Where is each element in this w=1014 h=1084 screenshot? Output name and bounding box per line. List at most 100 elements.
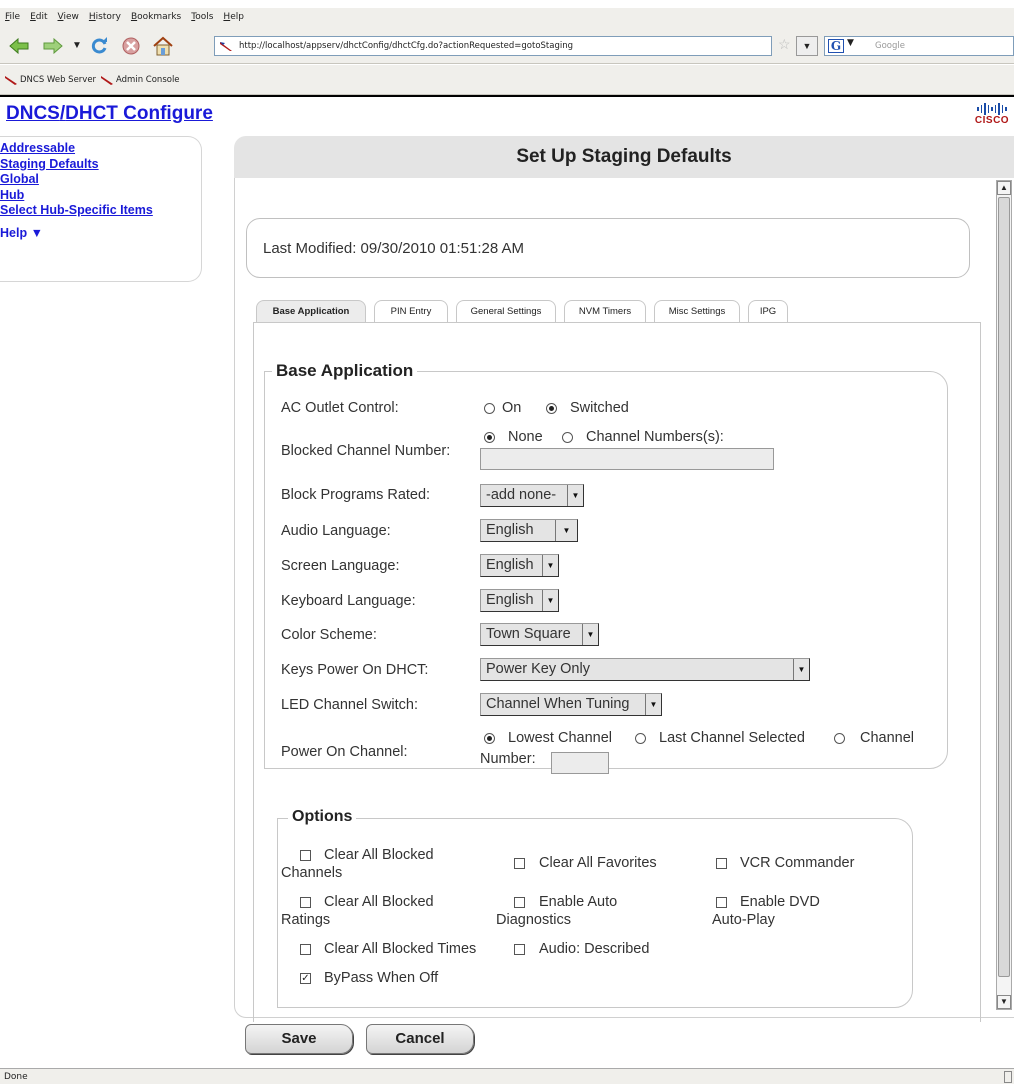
toolbar-divider: [0, 95, 1014, 97]
bookmark-dncs-web-server[interactable]: DNCS Web Server: [5, 75, 96, 85]
history-dropdown-icon[interactable]: ▼: [66, 35, 88, 57]
screen-language-label: Screen Language:: [281, 558, 400, 574]
tab-base-application[interactable]: Base Application: [256, 300, 366, 322]
power-on-last-radio[interactable]: [635, 733, 646, 744]
audio-language-label: Audio Language:: [281, 523, 391, 539]
browser-statusbar: Done: [0, 1068, 1014, 1084]
menu-help[interactable]: Help: [218, 8, 249, 22]
forward-icon[interactable]: [42, 35, 64, 57]
browser-navbar: ▼ http://localhost/appserv/dhctConfig/dh…: [0, 28, 1014, 64]
tab-general-settings[interactable]: General Settings: [456, 300, 556, 322]
screen-language-select[interactable]: English ▼: [480, 554, 559, 577]
audio-language-select[interactable]: English ▼: [480, 519, 578, 542]
audio-described-checkbox[interactable]: [514, 944, 525, 955]
keyboard-language-label: Keyboard Language:: [281, 593, 416, 609]
back-icon[interactable]: [8, 35, 30, 57]
app-title: DNCS/DHCT Configure: [6, 103, 213, 125]
search-engine-dropdown-icon[interactable]: ▼: [847, 38, 854, 48]
options-legend: Options: [288, 808, 357, 826]
bypass-when-off-label: ByPass When Off: [324, 970, 439, 986]
blocked-channel-input[interactable]: [480, 448, 774, 470]
last-modified-text: Last Modified: 09/30/2010 01:51:28 AM: [263, 240, 525, 257]
sidebar-item-hub[interactable]: Hub: [0, 188, 201, 204]
block-programs-select[interactable]: -add none- ▼: [480, 484, 584, 507]
base-application-legend: Base Application: [272, 361, 418, 381]
power-on-channel-radio[interactable]: [834, 733, 845, 744]
url-dropdown-icon[interactable]: ▼: [796, 36, 818, 56]
clear-blocked-channels-checkbox[interactable]: [300, 850, 311, 861]
title-link-dncs[interactable]: DNCS: [6, 103, 60, 124]
cancel-button[interactable]: Cancel: [366, 1024, 474, 1054]
sidebar-item-global[interactable]: Global: [0, 172, 201, 188]
blocked-channel-numbers-radio[interactable]: [562, 432, 573, 443]
bookmark-star-icon[interactable]: ☆: [778, 36, 791, 53]
ac-outlet-switched-radio[interactable]: [546, 403, 557, 414]
menu-file[interactable]: File: [0, 8, 25, 22]
power-on-lowest-radio[interactable]: [484, 733, 495, 744]
enable-dvd-autoplay-label-2: Auto-Play: [712, 912, 775, 928]
chevron-down-icon: ▼: [793, 659, 809, 680]
bypass-when-off-checkbox[interactable]: ✓: [300, 973, 311, 984]
power-on-channel-number-input[interactable]: [551, 752, 609, 774]
bookmark-admin-console[interactable]: Admin Console: [101, 75, 180, 85]
clear-favorites-checkbox[interactable]: [514, 858, 525, 869]
scroll-thumb[interactable]: [998, 197, 1010, 977]
ac-outlet-switched-label: Switched: [570, 400, 629, 416]
url-field[interactable]: http://localhost/appserv/dhctConfig/dhct…: [214, 36, 772, 56]
clear-blocked-ratings-label-1: Clear All Blocked: [324, 894, 434, 910]
sidebar-item-hub-specific[interactable]: Select Hub-Specific Items: [0, 203, 201, 219]
enable-auto-diagnostics-label-1: Enable Auto: [539, 894, 618, 910]
reload-icon[interactable]: [88, 35, 110, 57]
scroll-up-icon[interactable]: ▲: [997, 181, 1011, 195]
feather-icon: [101, 75, 113, 85]
clear-blocked-times-checkbox[interactable]: [300, 944, 311, 955]
home-icon[interactable]: [152, 35, 174, 57]
ac-outlet-label: AC Outlet Control:: [281, 400, 399, 416]
chevron-down-icon: ▼: [542, 590, 558, 611]
menu-history[interactable]: History: [84, 8, 126, 22]
stop-icon[interactable]: [120, 35, 142, 57]
menu-tools[interactable]: Tools: [186, 8, 218, 22]
vcr-commander-label: VCR Commander: [740, 855, 855, 871]
menu-edit[interactable]: Edit: [25, 8, 52, 22]
tab-misc-settings[interactable]: Misc Settings: [654, 300, 740, 322]
blocked-channel-label: Blocked Channel Number:: [281, 443, 451, 459]
color-scheme-label: Color Scheme:: [281, 627, 377, 643]
power-on-number-label: Number:: [480, 751, 536, 767]
led-channel-select[interactable]: Channel When Tuning ▼: [480, 693, 662, 716]
chevron-down-icon: ▼: [30, 225, 43, 240]
color-scheme-value: Town Square: [486, 626, 571, 642]
keys-power-value: Power Key Only: [486, 661, 590, 677]
tab-ipg[interactable]: IPG: [748, 300, 788, 322]
color-scheme-select[interactable]: Town Square ▼: [480, 623, 599, 646]
ac-outlet-on-radio[interactable]: [484, 403, 495, 414]
power-on-last-label: Last Channel Selected: [659, 730, 805, 746]
keys-power-select[interactable]: Power Key Only ▼: [480, 658, 810, 681]
vcr-commander-checkbox[interactable]: [716, 858, 727, 869]
sidebar-item-addressable[interactable]: Addressable: [0, 141, 201, 157]
help-menu[interactable]: Help ▼: [0, 226, 201, 240]
search-engine-icon[interactable]: G: [828, 39, 844, 53]
enable-dvd-autoplay-checkbox[interactable]: [716, 897, 727, 908]
blocked-channel-none-radio[interactable]: [484, 432, 495, 443]
url-text: http://localhost/appserv/dhctConfig/dhct…: [239, 41, 573, 51]
keyboard-language-select[interactable]: English ▼: [480, 589, 559, 612]
title-link-dhct-configure[interactable]: DHCT Configure: [65, 103, 213, 124]
scroll-down-icon[interactable]: ▼: [997, 995, 1011, 1009]
resize-grip-icon[interactable]: [1004, 1071, 1012, 1083]
menu-view[interactable]: View: [53, 8, 84, 22]
clear-blocked-ratings-checkbox[interactable]: [300, 897, 311, 908]
tab-pin-entry[interactable]: PIN Entry: [374, 300, 448, 322]
clear-blocked-channels-label-1: Clear All Blocked: [324, 847, 434, 863]
tab-nvm-timers[interactable]: NVM Timers: [564, 300, 646, 322]
sidebar-item-staging-defaults[interactable]: Staging Defaults: [0, 157, 201, 173]
menu-bookmarks[interactable]: Bookmarks: [126, 8, 186, 22]
cisco-wordmark: CISCO: [974, 115, 1010, 126]
led-channel-label: LED Channel Switch:: [281, 697, 419, 713]
search-field[interactable]: G ▼ Google: [824, 36, 1014, 56]
enable-auto-diagnostics-checkbox[interactable]: [514, 897, 525, 908]
save-button[interactable]: Save: [245, 1024, 353, 1054]
vertical-scrollbar[interactable]: ▲ ▼: [996, 180, 1012, 1010]
search-placeholder: Google: [875, 41, 905, 51]
clear-blocked-channels-label-2: Channels: [281, 865, 343, 881]
